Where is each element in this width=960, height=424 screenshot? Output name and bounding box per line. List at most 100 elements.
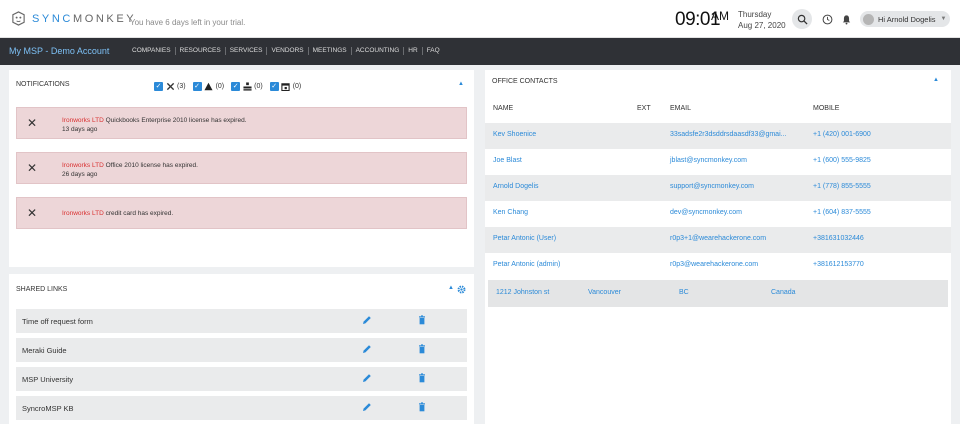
filter-count: (3) xyxy=(177,82,186,90)
company-link[interactable]: Ironworks LTD xyxy=(62,210,104,217)
brand-name: SYNCMONKEY xyxy=(32,12,137,25)
filter-expired[interactable]: ✓ (3) xyxy=(154,81,186,91)
notification-filters: ✓ (3) ✓ (0) ✓ (0) ✓ (0) xyxy=(154,81,308,91)
collapse-caret-icon[interactable]: ▲ xyxy=(458,81,464,87)
bell-icon xyxy=(842,14,850,25)
filter-server[interactable]: ✓ (0) xyxy=(231,81,263,91)
notifications-panel: NOTIFICATIONS ✓ (3) ✓ (0) ✓ (0) ✓ (0) ▲ … xyxy=(9,70,474,267)
contact-email[interactable]: support@syncmonkey.com xyxy=(670,183,754,190)
checkbox-checked-icon[interactable]: ✓ xyxy=(269,81,279,91)
filter-warning[interactable]: ✓ (0) xyxy=(192,81,224,91)
contact-name[interactable]: Ken Chang xyxy=(493,209,528,216)
history-button[interactable] xyxy=(817,9,837,29)
contact-email[interactable]: jblast@syncmonkey.com xyxy=(670,157,747,164)
contact-row[interactable]: Kev Shoenice 33sadsfe2r3dsddrsdaasdf33@g… xyxy=(485,123,951,149)
chevron-down-icon: ▼ xyxy=(940,16,947,22)
nav-item-meetings[interactable]: MEETINGS xyxy=(309,47,352,55)
search-button[interactable] xyxy=(792,9,812,29)
clock-icon xyxy=(822,14,832,24)
shared-link-label[interactable]: SyncroMSP KB xyxy=(22,404,74,413)
pencil-icon[interactable] xyxy=(362,344,372,354)
shared-link-row[interactable]: SyncroMSP KB xyxy=(16,396,467,420)
company-link[interactable]: Ironworks LTD xyxy=(62,162,104,169)
contact-name[interactable]: Petar Antonic (User) xyxy=(493,235,556,242)
trash-icon[interactable] xyxy=(417,344,427,354)
gear-icon[interactable] xyxy=(457,285,466,294)
account-name[interactable]: My MSP - Demo Account xyxy=(9,46,109,56)
nav-item-hr[interactable]: HR xyxy=(404,47,423,55)
checkbox-checked-icon[interactable]: ✓ xyxy=(154,81,163,91)
trash-icon[interactable] xyxy=(417,373,427,383)
nav-item-services[interactable]: SERVICES xyxy=(226,47,268,55)
address-city[interactable]: Vancouver xyxy=(588,289,621,296)
shared-link-label[interactable]: MSP University xyxy=(22,375,73,384)
dismiss-x-icon[interactable]: ✕ xyxy=(27,207,37,219)
column-header-ext: EXT xyxy=(637,105,651,112)
clock-date: Thursday Aug 27, 2020 xyxy=(738,9,786,31)
trash-icon[interactable] xyxy=(417,315,427,325)
checkbox-checked-icon[interactable]: ✓ xyxy=(192,81,202,91)
filter-count: (0) xyxy=(254,82,263,90)
nav-item-resources[interactable]: RESOURCES xyxy=(176,47,226,55)
contact-row[interactable]: Ken Chang dev@syncmonkey.com +1 (604) 83… xyxy=(485,201,951,227)
dismiss-x-icon[interactable]: ✕ xyxy=(27,117,37,129)
notification-item: ✕ Ironworks LTD Quickbooks Enterprise 20… xyxy=(16,107,467,139)
date-text: Aug 27, 2020 xyxy=(738,21,786,30)
clock-ampm: AM xyxy=(711,9,729,23)
contact-mobile[interactable]: +1 (604) 837-5555 xyxy=(813,209,871,216)
contact-mobile[interactable]: +1 (600) 555-9825 xyxy=(813,157,871,164)
notification-age: 26 days ago xyxy=(62,171,98,178)
contact-name[interactable]: Kev Shoenice xyxy=(493,131,536,138)
address-street[interactable]: 1212 Johnston st xyxy=(496,289,549,296)
notification-message: Ironworks LTD Quickbooks Enterprise 2010… xyxy=(62,117,247,133)
nav-item-companies[interactable]: COMPANIES xyxy=(132,47,176,55)
shared-links-title: SHARED LINKS xyxy=(16,286,68,293)
company-link[interactable]: Ironworks LTD xyxy=(62,117,104,124)
contact-mobile[interactable]: +381631032446 xyxy=(813,235,864,242)
contact-email[interactable]: r0p3@wearehackerone.com xyxy=(670,261,758,268)
pencil-icon[interactable] xyxy=(362,315,372,325)
notifications-title: NOTIFICATIONS xyxy=(16,81,70,88)
nav-item-accounting[interactable]: ACCOUNTING xyxy=(352,47,405,55)
contact-email[interactable]: r0p3+1@wearehackerone.com xyxy=(670,235,766,242)
dismiss-x-icon[interactable]: ✕ xyxy=(27,162,37,174)
contact-row[interactable]: Petar Antonic (User) r0p3+1@wearehackero… xyxy=(485,227,951,253)
contact-name[interactable]: Arnold Dogelis xyxy=(493,183,539,190)
user-menu[interactable]: Hi Arnold Dogelis ▼ xyxy=(860,11,950,27)
collapse-caret-icon[interactable]: ▲ xyxy=(448,285,454,291)
search-icon xyxy=(797,14,808,25)
address-country[interactable]: Canada xyxy=(771,289,796,296)
shared-link-label[interactable]: Time off request form xyxy=(22,317,93,326)
notification-message: Ironworks LTD Office 2010 license has ex… xyxy=(62,162,198,178)
filter-count: (0) xyxy=(292,82,302,90)
contact-row[interactable]: Joe Blast jblast@syncmonkey.com +1 (600)… xyxy=(485,149,951,175)
contact-name[interactable]: Joe Blast xyxy=(493,157,522,164)
nav-item-faq[interactable]: FAQ xyxy=(423,47,444,55)
collapse-caret-icon[interactable]: ▲ xyxy=(933,77,939,83)
shared-link-label[interactable]: Meraki Guide xyxy=(22,346,67,355)
notification-message: Ironworks LTD credit card has expired. xyxy=(62,210,174,217)
shared-link-row[interactable]: Meraki Guide xyxy=(16,338,467,362)
contact-row[interactable]: Petar Antonic (admin) r0p3@wearehackeron… xyxy=(485,253,951,279)
contact-mobile[interactable]: +1 (778) 855-5555 xyxy=(813,183,871,190)
contact-email[interactable]: 33sadsfe2r3dsddrsdaasdf33@gmai... xyxy=(670,131,786,138)
contact-mobile[interactable]: +1 (420) 001-6900 xyxy=(813,131,871,138)
filter-calendar[interactable]: ✓ (0) xyxy=(269,81,302,91)
contact-name[interactable]: Petar Antonic (admin) xyxy=(493,261,560,268)
address-region[interactable]: BC xyxy=(679,289,689,296)
contact-row[interactable]: Arnold Dogelis support@syncmonkey.com +1… xyxy=(485,175,951,201)
pencil-icon[interactable] xyxy=(362,373,372,383)
nav-menu: COMPANIES RESOURCES SERVICES VENDORS MEE… xyxy=(132,47,444,55)
contact-mobile[interactable]: +381612153770 xyxy=(813,261,864,268)
notifications-button[interactable] xyxy=(836,9,856,29)
logo[interactable]: SYNCMONKEY xyxy=(11,11,136,26)
pencil-icon[interactable] xyxy=(362,402,372,412)
user-greeting: Hi Arnold Dogelis xyxy=(878,14,936,24)
trash-icon[interactable] xyxy=(417,402,427,412)
contact-email[interactable]: dev@syncmonkey.com xyxy=(670,209,742,216)
main-navbar: My MSP - Demo Account COMPANIES RESOURCE… xyxy=(0,38,960,65)
shared-link-row[interactable]: MSP University xyxy=(16,367,467,391)
checkbox-checked-icon[interactable]: ✓ xyxy=(231,81,241,91)
nav-item-vendors[interactable]: VENDORS xyxy=(267,47,309,55)
shared-link-row[interactable]: Time off request form xyxy=(16,309,467,333)
